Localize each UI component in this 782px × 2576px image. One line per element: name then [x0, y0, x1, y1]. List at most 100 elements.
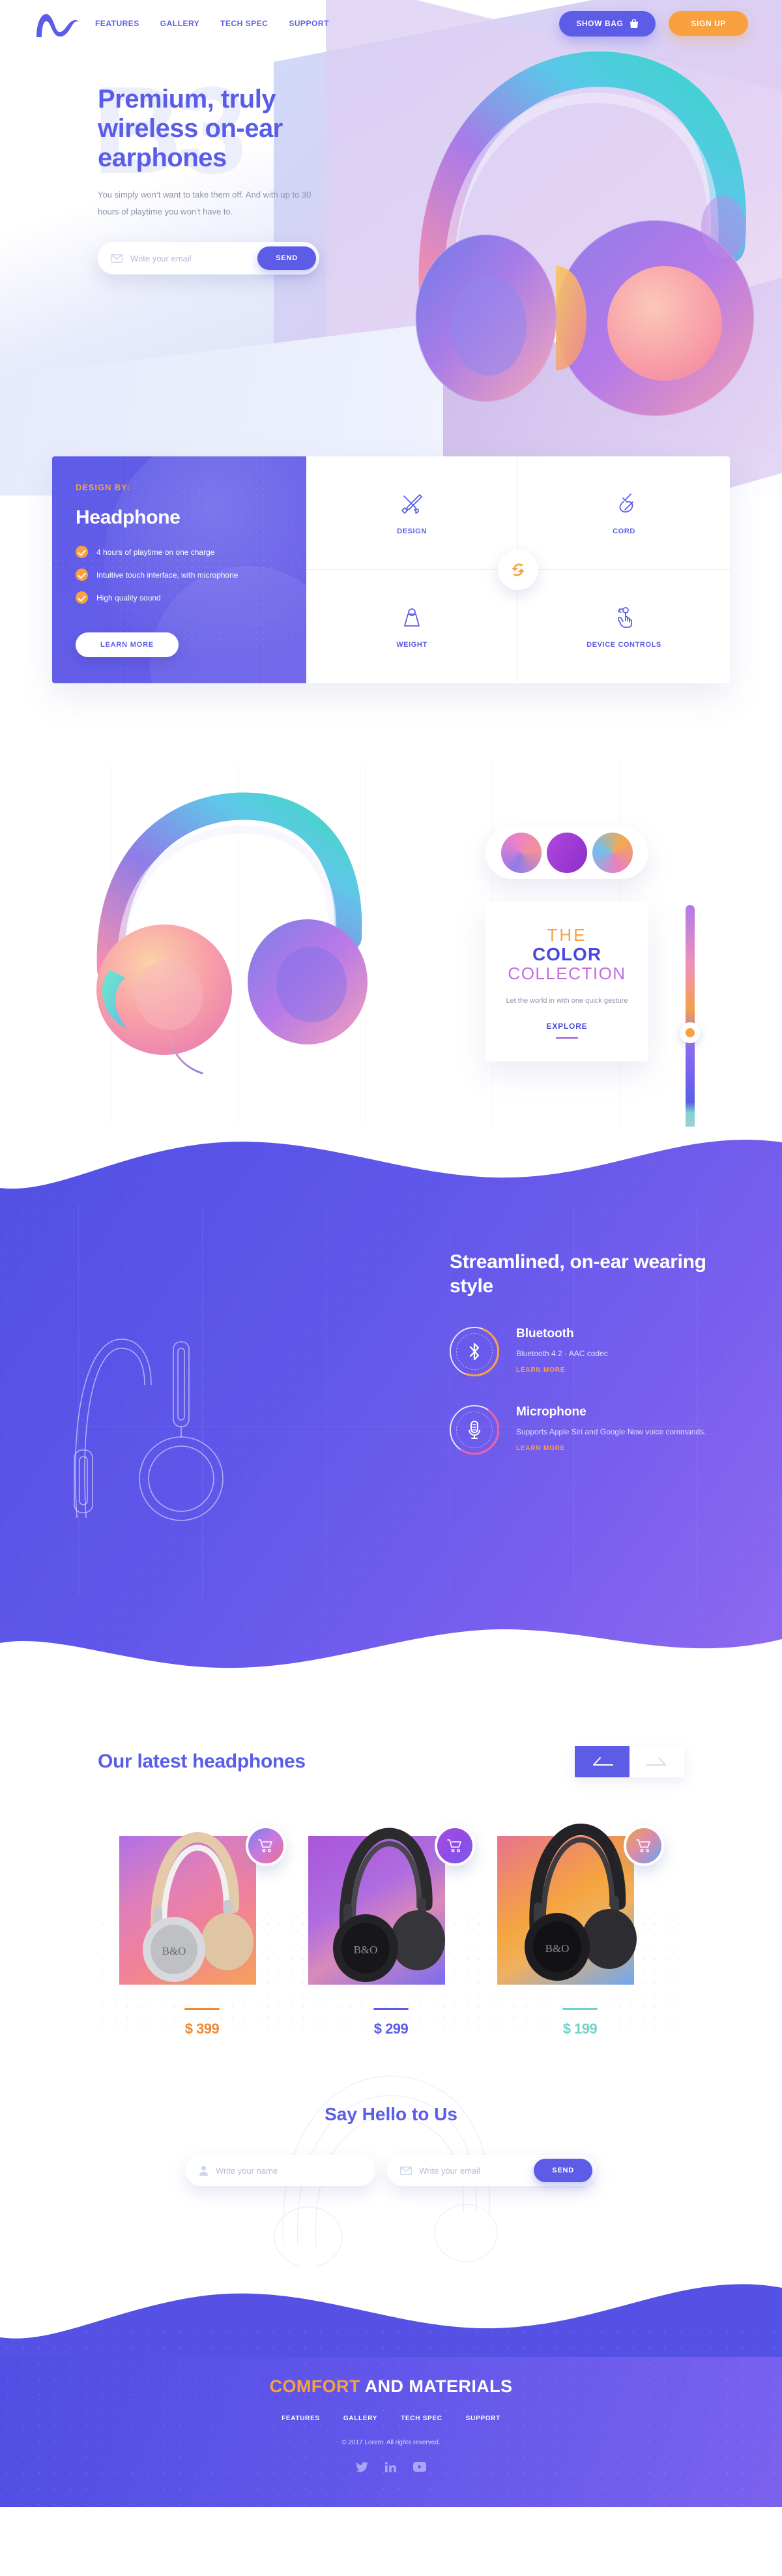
feature-cell-design[interactable]: DESIGN — [306, 456, 518, 570]
contact-name-input[interactable] — [216, 2165, 372, 2176]
nav-item-support[interactable]: SUPPORT — [289, 19, 329, 28]
youtube-icon[interactable] — [413, 2462, 426, 2476]
show-bag-button[interactable]: SHOW BAG — [559, 10, 656, 37]
feature-cell-label: DESIGN — [397, 527, 427, 535]
twitter-icon[interactable] — [356, 2462, 368, 2476]
shopping-cart-icon — [636, 1839, 650, 1852]
footer: COMFORT AND MATERIALS FEATURES GALLERY T… — [0, 2266, 782, 2507]
color-card-collection: COLLECTION — [508, 963, 626, 983]
product-image: B&O — [308, 1809, 475, 1985]
hero-subtitle: You simply won’t want to take them off. … — [98, 190, 311, 216]
carousel-next-button[interactable] — [630, 1746, 684, 1777]
feature-cell-label: WEIGHT — [396, 641, 427, 649]
cord-icon — [619, 493, 633, 512]
svg-text:B&O: B&O — [545, 1942, 570, 1955]
hero-email-input[interactable] — [130, 253, 258, 263]
footer-copyright: © 2017 Lorem. All rights reserved. — [341, 2439, 441, 2446]
color-headphones-illustration — [96, 792, 368, 1074]
add-to-cart-button[interactable] — [246, 1826, 286, 1866]
feature-cell-cord[interactable]: CORD — [518, 456, 730, 570]
envelope-icon — [111, 254, 123, 263]
check-icon — [76, 546, 88, 558]
list-item: Intuitive touch interface, with micropho… — [76, 569, 283, 581]
streamlined-content: Streamlined, on-ear wearing style Blueto… — [441, 1251, 730, 1459]
color-collection-card: THE COLOR COLLECTION Let the world in wi… — [485, 902, 648, 1061]
add-to-cart-button[interactable] — [435, 1826, 475, 1866]
color-slider-knob[interactable] — [680, 1022, 701, 1043]
product-image: B&O — [119, 1809, 286, 1985]
wireframe-headphones — [74, 1339, 224, 1521]
product-price: $ 399 — [184, 2021, 220, 2037]
color-collection-section: THE COLOR COLLECTION Let the world in wi… — [0, 762, 782, 1179]
sync-badge[interactable] — [498, 550, 538, 590]
check-icon — [76, 569, 88, 581]
design-by-eyebrow: DESIGN BY: — [76, 482, 130, 492]
landing-page: FEATURES GALLERY TECH SPEC SUPPORT SHOW … — [0, 0, 782, 2507]
streamlined-title: Streamlined, on-ear wearing style — [450, 1251, 706, 1297]
learn-more-button[interactable]: LEARN MORE — [76, 632, 179, 657]
carousel-prev-button[interactable] — [575, 1746, 630, 1777]
contact-section: Say Hello to Us SEND — [0, 2064, 782, 2266]
name-field-wrap — [186, 2155, 376, 2186]
features-card: DESIGN BY: Headphone 4 hours of playtime… — [52, 456, 730, 683]
wave-logo-icon[interactable] — [34, 8, 80, 38]
footer-link-tech-spec[interactable]: TECH SPEC — [401, 2415, 442, 2422]
footer-link-gallery[interactable]: GALLERY — [343, 2415, 377, 2422]
contact-form: SEND — [186, 2155, 596, 2186]
carousel-controls — [575, 1746, 684, 1777]
product-card[interactable]: B&O $ 299 — [308, 1809, 475, 2037]
footer-link-support[interactable]: SUPPORT — [466, 2415, 500, 2422]
footer-links: FEATURES GALLERY TECH SPEC SUPPORT — [0, 2415, 782, 2422]
color-swatch-2[interactable] — [547, 833, 587, 873]
user-icon — [199, 2165, 208, 2176]
feature-description: Supports Apple Siri and Google Now voice… — [516, 1427, 706, 1437]
color-swatch-pill — [485, 827, 648, 879]
linkedin-icon[interactable] — [384, 2462, 396, 2476]
footer-link-features[interactable]: FEATURES — [282, 2415, 320, 2422]
nav-actions: SHOW BAG SIGN UP — [559, 10, 748, 37]
nav-item-features[interactable]: FEATURES — [95, 19, 139, 28]
email-field-wrap: SEND — [387, 2155, 596, 2186]
explore-underline — [556, 1037, 578, 1039]
nav-item-gallery[interactable]: GALLERY — [160, 19, 199, 28]
weight-icon — [404, 608, 420, 627]
hero-headphones-illustration — [415, 52, 755, 417]
list-item: High quality sound — [76, 591, 283, 604]
nav-item-tech-spec[interactable]: TECH SPEC — [220, 19, 268, 28]
shopping-bag-icon — [630, 18, 639, 28]
feature-description: Bluetooth 4.2 · AAC codec — [516, 1349, 608, 1359]
list-item: 4 hours of playtime on one charge — [76, 546, 283, 558]
sign-up-button[interactable]: SIGN UP — [669, 11, 748, 36]
product-card[interactable]: B&O $ 399 — [119, 1809, 286, 2037]
check-icon — [76, 591, 88, 604]
product-rule — [184, 2008, 220, 2010]
feature-cell-weight[interactable]: WEIGHT — [306, 570, 518, 683]
arrow-left-icon — [593, 1757, 613, 1766]
top-navbar: FEATURES GALLERY TECH SPEC SUPPORT SHOW … — [0, 0, 782, 47]
product-price: $ 199 — [562, 2021, 598, 2037]
color-swatch-3[interactable] — [592, 833, 633, 873]
color-swatch-1[interactable] — [501, 833, 542, 873]
add-to-cart-button[interactable] — [624, 1826, 664, 1866]
nav-links: FEATURES GALLERY TECH SPEC SUPPORT — [95, 19, 329, 28]
footer-headline-highlight: COMFORT — [269, 2376, 360, 2396]
hero-send-button[interactable]: SEND — [257, 246, 316, 271]
product-card[interactable]: B&O $ 199 — [497, 1809, 664, 2037]
feature-text: 4 hours of playtime on one charge — [96, 547, 215, 557]
contact-send-button[interactable]: SEND — [534, 2159, 592, 2182]
shopping-cart-icon — [447, 1839, 461, 1852]
feature-learn-more[interactable]: LEARN MORE — [516, 1367, 608, 1374]
explore-link[interactable]: EXPLORE — [547, 1022, 588, 1031]
sync-refresh-icon — [512, 563, 525, 576]
hero-section: FEATURES GALLERY TECH SPEC SUPPORT SHOW … — [0, 0, 782, 496]
arrow-right-icon — [646, 1757, 666, 1766]
feature-learn-more[interactable]: LEARN MORE — [516, 1445, 706, 1452]
feature-cell-device-controls[interactable]: DEVICE CONTROLS — [518, 570, 730, 683]
feature-cell-label: CORD — [613, 527, 635, 535]
hero-email-form: SEND — [98, 242, 319, 275]
products-title: Our latest headphones — [98, 1750, 306, 1772]
color-card-color: COLOR — [532, 943, 602, 964]
contact-email-input[interactable] — [419, 2165, 534, 2176]
feature-text: Intuitive touch interface, with micropho… — [96, 570, 239, 580]
design-heading: Headphone — [76, 507, 181, 528]
